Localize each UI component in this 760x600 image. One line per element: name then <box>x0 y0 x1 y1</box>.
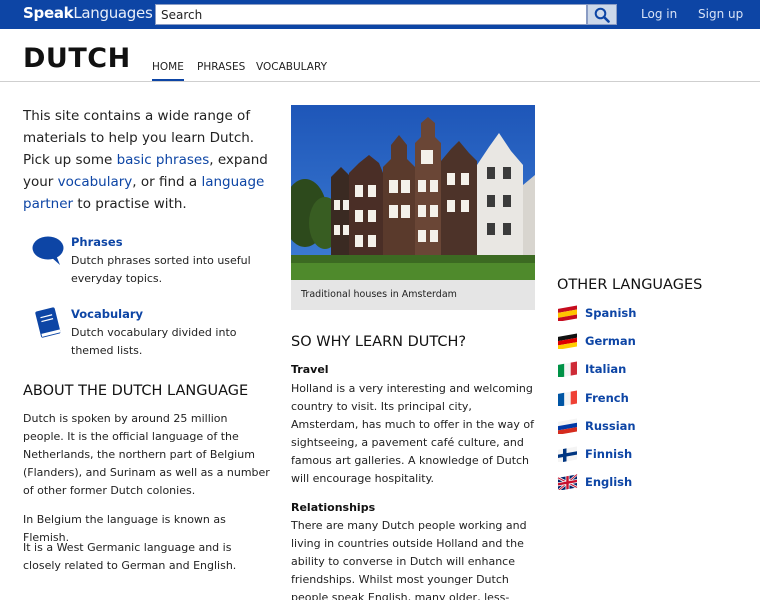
why-heading: SO WHY LEARN DUTCH? <box>291 334 467 350</box>
about-paragraph-3: It is a West Germanic language and is cl… <box>23 541 237 572</box>
language-link-russian[interactable]: Russian <box>557 416 636 436</box>
search-input[interactable] <box>155 4 587 25</box>
germany-flag-icon <box>558 333 577 349</box>
language-name[interactable]: English <box>585 475 632 489</box>
search-icon <box>594 7 610 23</box>
finland-flag-icon <box>558 446 577 462</box>
basic-phrases-link[interactable]: basic phrases <box>117 152 210 168</box>
language-link-english[interactable]: English <box>557 472 632 492</box>
tab-phrases[interactable]: PHRASES <box>197 61 245 79</box>
about-paragraph-1: Dutch is spoken by around 25 million peo… <box>23 412 270 497</box>
language-link-finnish[interactable]: Finnish <box>557 444 632 464</box>
page-title: DUTCH <box>23 43 131 74</box>
intro-text-4: to practise with. <box>73 196 187 212</box>
feature-phrases-desc: Dutch phrases sorted into useful everyda… <box>71 254 251 285</box>
feature-phrases-title[interactable]: Phrases <box>71 235 123 249</box>
language-name[interactable]: Finnish <box>585 447 632 461</box>
language-name[interactable]: Italian <box>585 362 626 376</box>
uk-flag-icon <box>557 474 578 490</box>
relationships-paragraph: There are many Dutch people working and … <box>291 519 527 600</box>
signup-link[interactable]: Sign up <box>698 7 743 21</box>
relationships-heading: Relationships <box>291 501 376 514</box>
top-bar: SpeakLanguages Log in Sign up <box>0 0 760 29</box>
logo-part-speak: Speak <box>23 4 74 22</box>
login-link[interactable]: Log in <box>641 7 677 21</box>
search-button[interactable] <box>587 4 617 25</box>
spain-flag-icon <box>558 305 577 321</box>
russia-flag-icon <box>558 418 577 434</box>
intro-text-3: , or find a <box>132 174 202 190</box>
france-flag-icon <box>558 390 577 406</box>
language-link-german[interactable]: German <box>557 331 636 351</box>
tab-home[interactable]: HOME <box>152 61 184 82</box>
language-name[interactable]: Spanish <box>585 306 636 320</box>
language-name[interactable]: German <box>585 334 636 348</box>
speech-bubble-icon <box>32 236 64 265</box>
feature-vocabulary-title[interactable]: Vocabulary <box>71 307 143 321</box>
intro-paragraph: This site contains a wide range of mater… <box>23 105 273 215</box>
photo-caption-box: Traditional houses in Amsterdam <box>291 280 535 310</box>
amsterdam-houses-photo <box>291 105 535 280</box>
other-languages-heading: OTHER LANGUAGES <box>557 277 703 293</box>
site-logo[interactable]: Speak Languages <box>23 4 153 25</box>
logo-part-languages: Languages <box>73 4 153 22</box>
photo-caption: Traditional houses in Amsterdam <box>301 289 457 300</box>
header-divider <box>0 81 760 82</box>
about-heading: ABOUT THE DUTCH LANGUAGE <box>23 383 249 399</box>
language-link-spanish[interactable]: Spanish <box>557 303 636 323</box>
feature-vocabulary-desc: Dutch vocabulary divided into themed lis… <box>71 326 237 357</box>
tab-vocabulary[interactable]: VOCABULARY <box>256 61 327 79</box>
travel-paragraph: Holland is a very interesting and welcom… <box>291 382 535 485</box>
vocabulary-link[interactable]: vocabulary <box>58 174 133 190</box>
language-name[interactable]: Russian <box>585 419 636 433</box>
language-link-french[interactable]: French <box>557 388 629 408</box>
language-link-italian[interactable]: Italian <box>557 359 626 379</box>
travel-heading: Travel <box>291 363 329 376</box>
book-icon <box>35 307 61 338</box>
language-name[interactable]: French <box>585 391 629 405</box>
italy-flag-icon <box>558 361 577 377</box>
